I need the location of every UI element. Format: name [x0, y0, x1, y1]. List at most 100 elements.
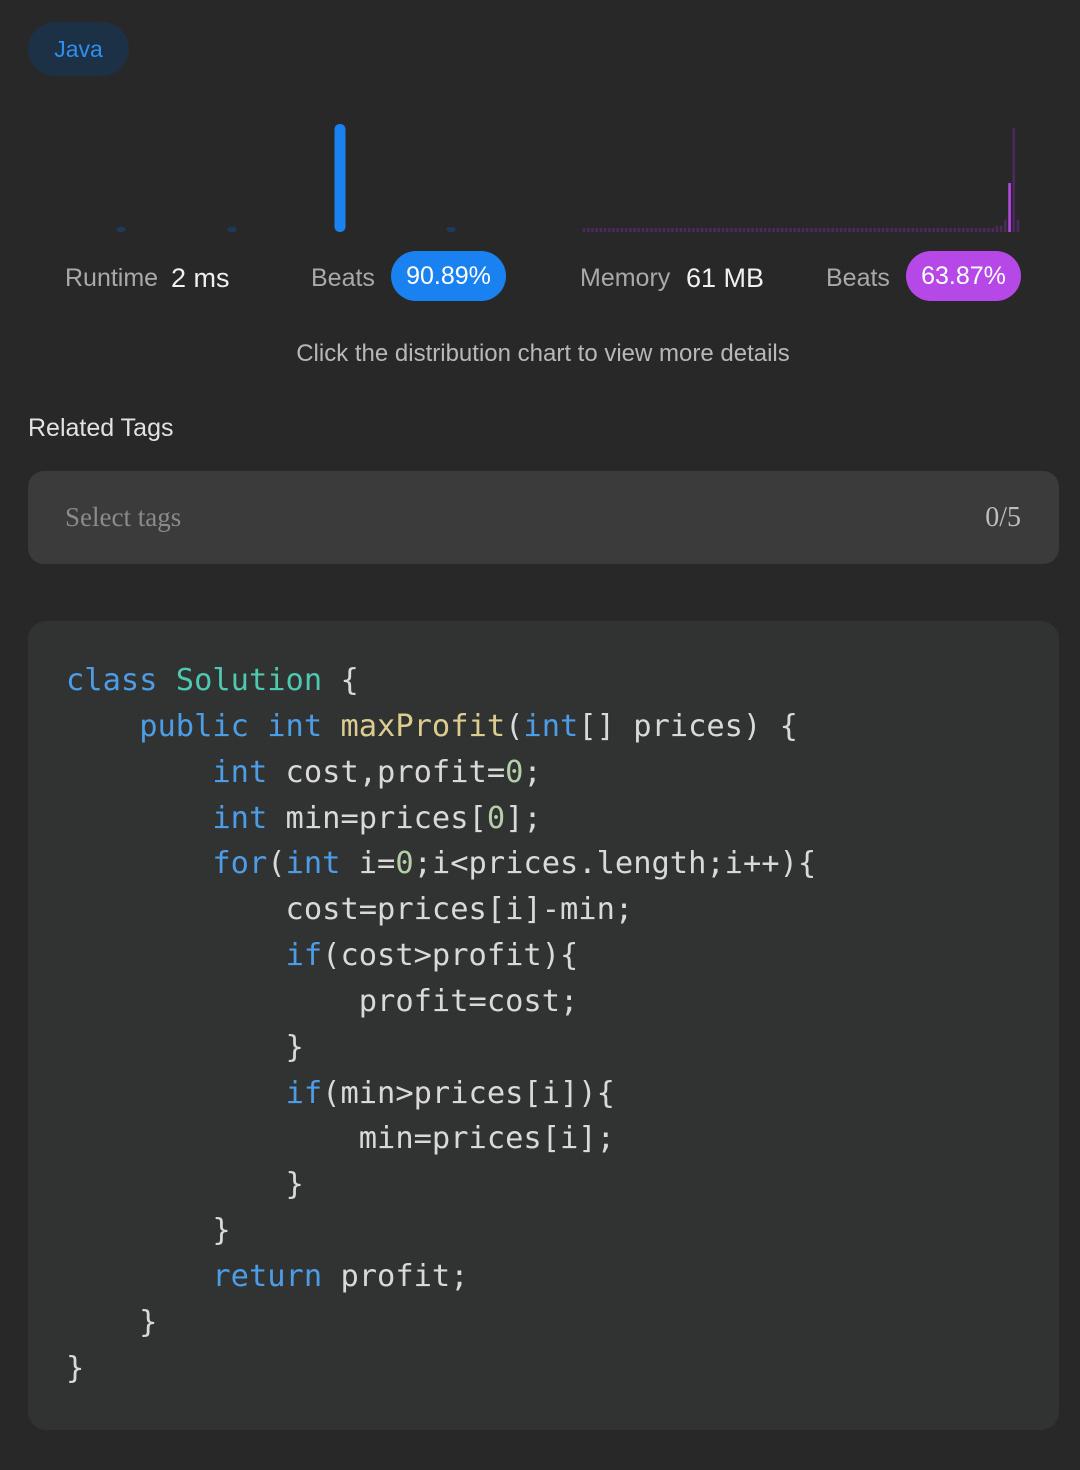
memory-bar[interactable] — [1016, 219, 1020, 232]
memory-bar[interactable] — [911, 228, 914, 232]
memory-bar[interactable] — [671, 228, 674, 232]
runtime-bar[interactable] — [446, 227, 456, 232]
memory-bar[interactable] — [688, 228, 691, 232]
memory-bar[interactable] — [654, 228, 657, 232]
memory-bar[interactable] — [789, 228, 792, 232]
language-tag[interactable]: Java — [28, 22, 129, 76]
memory-bar[interactable] — [763, 228, 767, 232]
memory-bar[interactable] — [894, 228, 898, 232]
memory-bar[interactable] — [751, 228, 754, 232]
memory-bar[interactable] — [814, 228, 818, 232]
memory-bar[interactable] — [645, 228, 649, 232]
memory-bar[interactable] — [865, 228, 868, 232]
memory-bar[interactable] — [717, 228, 721, 232]
memory-bar[interactable] — [662, 228, 666, 232]
memory-bar[interactable] — [633, 228, 636, 232]
memory-bar[interactable] — [624, 228, 628, 232]
memory-bar[interactable] — [629, 228, 632, 232]
memory-bar[interactable] — [949, 228, 952, 232]
memory-bar[interactable] — [961, 228, 965, 232]
memory-bar[interactable] — [801, 228, 805, 232]
memory-bar[interactable] — [730, 228, 733, 232]
memory-bar[interactable] — [919, 228, 923, 232]
memory-bar[interactable] — [603, 228, 607, 232]
memory-bar[interactable] — [692, 228, 695, 232]
memory-bar[interactable] — [709, 228, 712, 232]
memory-bar[interactable] — [848, 228, 851, 232]
memory-bar[interactable] — [869, 228, 872, 232]
memory-bar[interactable] — [928, 228, 931, 232]
memory-bar[interactable] — [675, 228, 679, 232]
memory-bar[interactable] — [940, 228, 944, 232]
memory-bar[interactable] — [860, 228, 864, 232]
memory-bar[interactable] — [999, 225, 1003, 232]
memory-bar[interactable] — [923, 228, 927, 232]
memory-bar[interactable] — [591, 228, 594, 232]
memory-bar[interactable] — [898, 228, 902, 232]
runtime-bar[interactable] — [334, 124, 346, 232]
memory-bar[interactable] — [784, 228, 788, 232]
memory-bar[interactable] — [582, 228, 586, 232]
memory-bar[interactable] — [696, 228, 700, 232]
memory-bar[interactable] — [742, 228, 746, 232]
memory-bar[interactable] — [856, 228, 860, 232]
memory-bar[interactable] — [881, 228, 885, 232]
memory-bar[interactable] — [839, 228, 843, 232]
distribution-charts[interactable] — [0, 110, 1080, 240]
memory-bar[interactable] — [599, 228, 603, 232]
memory-bar[interactable] — [586, 228, 590, 232]
memory-bar[interactable] — [970, 228, 973, 232]
memory-bar[interactable] — [747, 228, 750, 232]
memory-bar[interactable] — [987, 228, 990, 232]
memory-bar[interactable] — [827, 228, 830, 232]
memory-bar[interactable] — [620, 228, 624, 232]
memory-bar[interactable] — [978, 228, 982, 232]
memory-bar[interactable] — [641, 228, 645, 232]
memory-bar[interactable] — [1004, 219, 1007, 232]
memory-bar[interactable] — [738, 228, 742, 232]
memory-bar[interactable] — [780, 228, 784, 232]
distribution-chart-svg[interactable] — [0, 110, 1080, 240]
memory-bar[interactable] — [797, 228, 801, 232]
memory-bar[interactable] — [616, 228, 620, 232]
memory-bar[interactable] — [974, 228, 978, 232]
memory-bar[interactable] — [768, 228, 771, 232]
memory-bar[interactable] — [679, 228, 683, 232]
memory-bar[interactable] — [759, 228, 763, 232]
memory-bar[interactable] — [936, 228, 940, 232]
memory-bar[interactable] — [966, 228, 969, 232]
memory-bar[interactable] — [755, 228, 759, 232]
memory-bar[interactable] — [852, 228, 855, 232]
memory-bar[interactable] — [945, 228, 948, 232]
memory-bar[interactable] — [886, 228, 889, 232]
memory-bar[interactable] — [666, 228, 670, 232]
memory-bar[interactable] — [877, 228, 881, 232]
memory-bar[interactable] — [734, 228, 737, 232]
memory-bar[interactable] — [831, 228, 834, 232]
memory-bar[interactable] — [650, 228, 653, 232]
memory-bar[interactable] — [822, 228, 826, 232]
memory-bar[interactable] — [991, 228, 995, 232]
memory-bar[interactable] — [713, 228, 716, 232]
memory-bar[interactable] — [907, 228, 910, 232]
runtime-bar[interactable] — [227, 227, 237, 232]
memory-bar[interactable] — [995, 225, 999, 232]
memory-bar[interactable] — [890, 228, 893, 232]
memory-bar[interactable] — [982, 228, 986, 232]
memory-bar[interactable] — [1012, 128, 1016, 232]
memory-bar[interactable] — [704, 228, 708, 232]
memory-bar[interactable] — [721, 228, 725, 232]
memory-bar[interactable] — [776, 228, 780, 232]
memory-bar[interactable] — [683, 228, 687, 232]
memory-bar[interactable] — [953, 228, 957, 232]
memory-bar[interactable] — [772, 228, 775, 232]
runtime-bar[interactable] — [116, 227, 126, 232]
memory-bar[interactable] — [725, 228, 729, 232]
memory-bar[interactable] — [932, 228, 936, 232]
tag-select-input[interactable]: Select tags 0/5 — [28, 471, 1059, 564]
memory-bar[interactable] — [843, 228, 847, 232]
memory-bar[interactable] — [818, 228, 822, 232]
memory-bar[interactable] — [873, 228, 877, 232]
memory-bar[interactable] — [612, 228, 615, 232]
memory-bar[interactable] — [1008, 183, 1011, 232]
